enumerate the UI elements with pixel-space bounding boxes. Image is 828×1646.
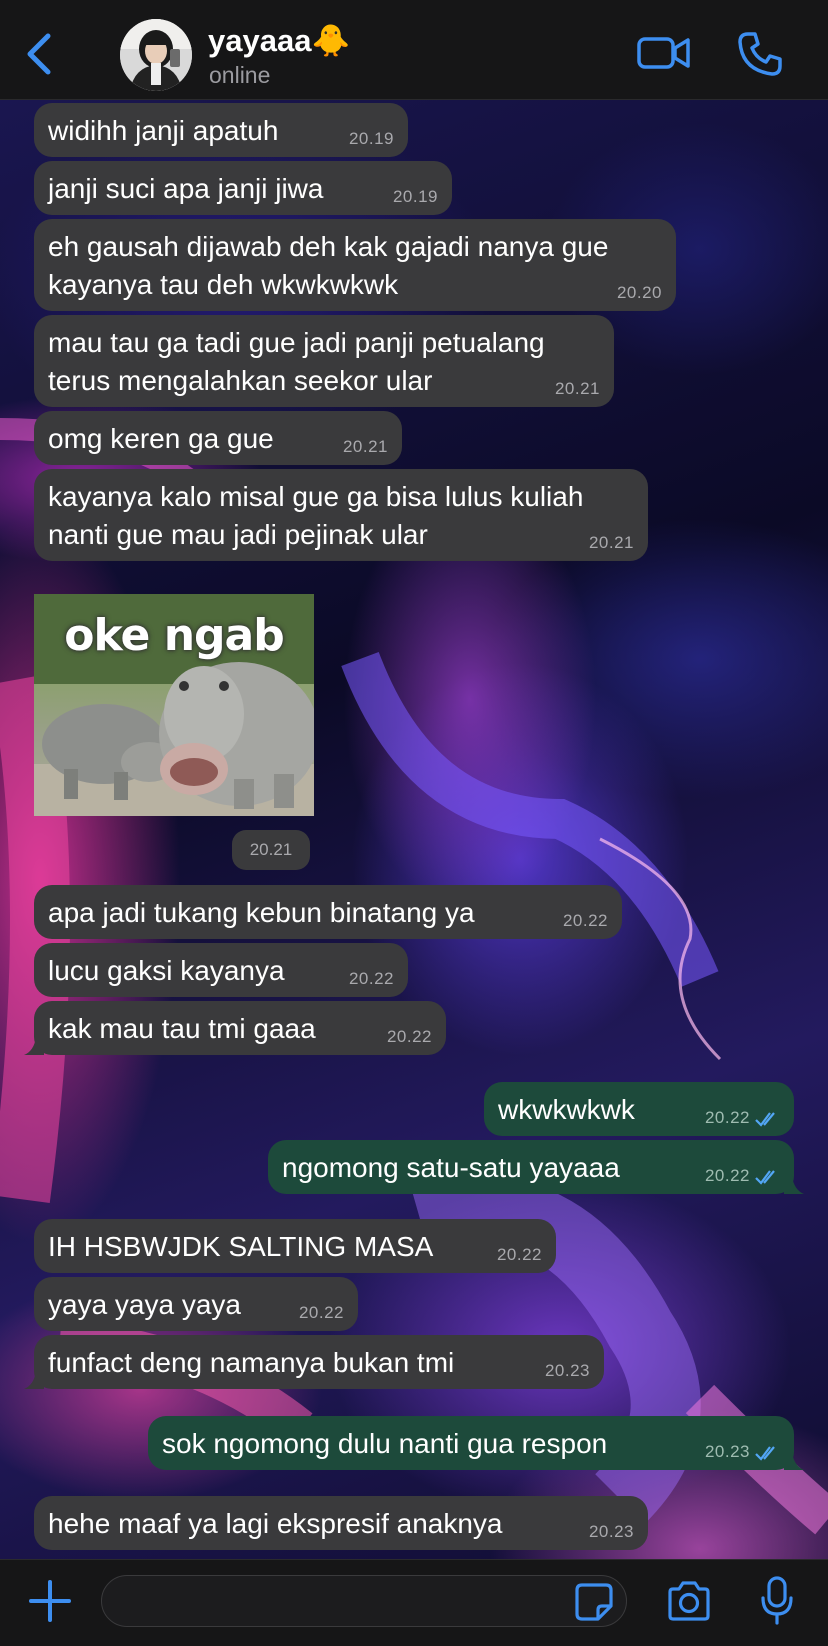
read-receipt-icon <box>755 1112 775 1127</box>
video-call-icon[interactable] <box>637 33 691 73</box>
message-time: 20.20 <box>616 283 662 302</box>
message-input[interactable] <box>101 1575 627 1627</box>
message-time: 20.22 <box>562 911 608 930</box>
message-bubble-incoming[interactable]: widihh janji apatuh 20.19 <box>34 103 408 157</box>
message-text-line: eh gausah dijawab deh kak gajadi nanya g… <box>48 231 609 262</box>
bubble-tail <box>784 1176 804 1194</box>
message-time: 20.23 <box>588 1522 634 1541</box>
message-time: 20.22 <box>496 1245 542 1264</box>
message-bubble-incoming[interactable]: janji suci apa janji jiwa 20.19 <box>34 161 452 215</box>
message-text: janji suci apa janji jiwa <box>48 173 324 204</box>
read-receipt-icon <box>755 1446 775 1461</box>
hippo-sticker-image[interactable]: oke ngab <box>34 594 314 816</box>
message-time: 20.23 <box>704 1442 750 1461</box>
message-time: 20.22 <box>348 969 394 988</box>
sticker-caption: oke ngab <box>64 610 284 661</box>
message-text: hehe maaf ya lagi ekspresif anaknya <box>48 1508 503 1539</box>
message-text: kak mau tau tmi gaaa <box>48 1013 316 1044</box>
message-time: 20.21 <box>554 379 600 398</box>
message-text-line: terus mengalahkan seekor ular <box>48 365 433 396</box>
message-bubble-outgoing[interactable]: wkwkwkwk 20.22 <box>484 1082 794 1136</box>
message-time: 20.21 <box>342 437 388 456</box>
message-text: sok ngomong dulu nanti gua respon <box>162 1428 608 1459</box>
message-bubble-outgoing[interactable]: sok ngomong dulu nanti gua respon 20.23 <box>148 1416 804 1470</box>
message-bubble-incoming[interactable]: apa jadi tukang kebun binatang ya 20.22 <box>34 885 622 939</box>
message-time: 20.22 <box>704 1166 750 1185</box>
message-time: 20.23 <box>544 1361 590 1380</box>
message-bubble-incoming[interactable]: eh gausah dijawab deh kak gajadi nanya g… <box>34 219 676 311</box>
message-bubble-incoming[interactable]: omg keren ga gue 20.21 <box>34 411 402 465</box>
message-text: funfact deng namanya bukan tmi <box>48 1347 455 1378</box>
message-bubble-incoming[interactable]: hehe maaf ya lagi ekspresif anaknya 20.2… <box>34 1496 648 1550</box>
message-bubble-incoming[interactable]: IH HSBWJDK SALTING MASA 20.22 <box>34 1219 556 1273</box>
message-bubble-incoming[interactable]: funfact deng namanya bukan tmi 20.23 <box>24 1335 604 1389</box>
phone-call-icon[interactable] <box>736 30 784 78</box>
message-time: 20.22 <box>298 1303 344 1322</box>
message-bubble-incoming[interactable]: kak mau tau tmi gaaa 20.22 <box>24 1001 446 1055</box>
message-text: omg keren ga gue <box>48 423 274 454</box>
message-text: IH HSBWJDK SALTING MASA <box>48 1231 434 1262</box>
message-text: widihh janji apatuh <box>48 115 279 146</box>
message-bubble-incoming[interactable]: yaya yaya yaya 20.22 <box>34 1277 358 1331</box>
microphone-icon[interactable] <box>760 1576 794 1626</box>
back-chevron-icon[interactable] <box>22 30 56 78</box>
message-bubble-incoming[interactable]: mau tau ga tadi gue jadi panji petualang… <box>34 315 614 407</box>
camera-icon[interactable] <box>666 1580 712 1622</box>
read-receipt-icon <box>755 1170 775 1185</box>
message-bubble-incoming[interactable]: kayanya kalo misal gue ga bisa lulus kul… <box>34 469 648 561</box>
message-bubble-incoming[interactable]: lucu gaksi kayanya 20.22 <box>34 943 408 997</box>
avatar-photo <box>120 19 192 91</box>
message-composer <box>0 1559 828 1646</box>
chat-header: yayaaa🐥 online <box>0 0 828 100</box>
bubble-tail <box>24 1037 44 1055</box>
bubble-tail <box>24 1371 44 1389</box>
plus-icon[interactable] <box>28 1579 72 1623</box>
message-text-line: kayanya kalo misal gue ga bisa lulus kul… <box>48 481 584 512</box>
message-time: 20.22 <box>704 1108 750 1127</box>
message-time: 20.19 <box>392 187 438 206</box>
sticker-icon[interactable] <box>574 1582 614 1622</box>
avatar[interactable] <box>120 19 192 91</box>
bubble-tail <box>784 1452 804 1470</box>
sticker-time: 20.21 <box>232 830 310 870</box>
message-time: 20.22 <box>386 1027 432 1046</box>
message-text-line: nanti gue mau jadi pejinak ular <box>48 519 428 550</box>
message-bubble-outgoing[interactable]: ngomong satu-satu yayaaa 20.22 <box>268 1140 804 1194</box>
contact-name[interactable]: yayaaa🐥 <box>208 22 350 59</box>
message-time: 20.19 <box>348 129 394 148</box>
chat-wallpaper[interactable]: widihh janji apatuh 20.19 janji suci apa… <box>0 99 828 1559</box>
message-time: 20.21 <box>588 533 634 552</box>
contact-status: online <box>209 62 271 88</box>
message-text-line: kayanya tau deh wkwkwkwk <box>48 269 399 300</box>
message-text: lucu gaksi kayanya <box>48 955 285 986</box>
message-text: apa jadi tukang kebun binatang ya <box>48 897 475 928</box>
message-text-line: mau tau ga tadi gue jadi panji petualang <box>48 327 545 358</box>
